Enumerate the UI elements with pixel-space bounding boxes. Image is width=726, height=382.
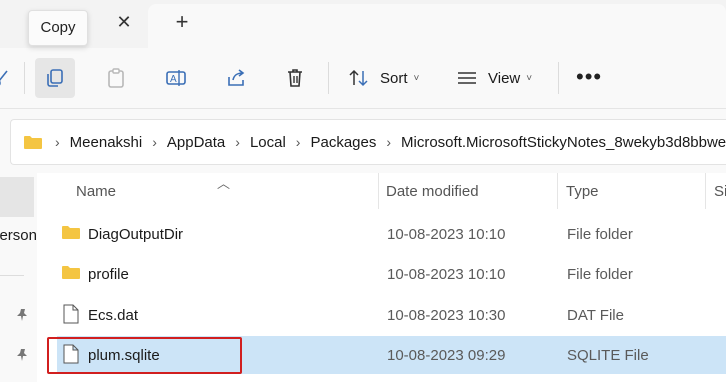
column-divider[interactable] [557, 173, 558, 209]
divider [558, 62, 559, 94]
column-size[interactable]: Si [714, 183, 726, 200]
divider [24, 62, 25, 94]
address-bar-area: › Meenakshi › AppData › Local › Packages… [0, 109, 726, 173]
folder-icon [62, 226, 80, 239]
chevron-right-icon: › [152, 134, 157, 150]
file-row-diagoutputdir[interactable]: DiagOutputDir 10-08-2023 10:10 File fold… [57, 215, 726, 253]
file-name: profile [88, 266, 129, 283]
file-name: DiagOutputDir [88, 226, 184, 243]
paste-button[interactable] [96, 58, 136, 98]
rename-button[interactable]: A [156, 58, 196, 98]
chevron-right-icon: › [55, 134, 60, 150]
file-date: 10-08-2023 09:29 [387, 347, 506, 364]
divider [328, 62, 329, 94]
file-icon [63, 304, 79, 324]
column-date-modified[interactable]: Date modified [386, 183, 479, 200]
title-bar: ✕ + [0, 0, 726, 48]
annotation-highlight-box [47, 337, 242, 374]
breadcrumb-appdata[interactable]: AppData [167, 134, 225, 151]
nav-item-selected[interactable] [0, 177, 34, 217]
sort-icon [349, 69, 368, 87]
sort-button[interactable]: Sort ˅ [348, 58, 419, 98]
file-name: Ecs.dat [88, 307, 139, 324]
column-name[interactable]: Name [76, 183, 116, 200]
chevron-right-icon: › [386, 134, 392, 150]
view-icon [458, 72, 476, 84]
copy-tooltip: Copy [28, 10, 88, 46]
column-divider[interactable] [378, 173, 379, 209]
plus-icon[interactable]: + [170, 10, 194, 34]
file-type: File folder [567, 266, 633, 283]
file-date: 10-08-2023 10:10 [387, 266, 506, 283]
column-type[interactable]: Type [566, 183, 599, 200]
share-button[interactable] [216, 58, 256, 98]
svg-text:A: A [170, 74, 177, 85]
column-header-row: ︿ Name Date modified Type Si [37, 173, 726, 209]
file-row-profile[interactable]: profile 10-08-2023 10:10 File folder [57, 255, 726, 293]
command-bar: A Sort ˅ View ˅ ••• [0, 48, 726, 109]
pin-icon[interactable] [16, 348, 30, 362]
close-icon[interactable]: ✕ [112, 10, 136, 34]
file-date: 10-08-2023 10:30 [387, 307, 506, 324]
breadcrumb-stickynotes[interactable]: Microsoft.MicrosoftStickyNotes_8wekyb3d8… [401, 134, 726, 151]
breadcrumb-meenakshi[interactable]: Meenakshi [70, 134, 143, 151]
view-button[interactable]: View ˅ [456, 58, 532, 98]
delete-button[interactable] [275, 58, 315, 98]
more-options-button[interactable]: ••• [576, 66, 602, 88]
chevron-down-icon: ˅ [413, 72, 420, 84]
divider [0, 275, 24, 276]
file-type: SQLITE File [567, 347, 649, 364]
chevron-right-icon: › [295, 134, 301, 150]
nav-item-label[interactable]: erson [0, 227, 37, 244]
file-row-ecs-dat[interactable]: Ecs.dat 10-08-2023 10:30 DAT File [57, 296, 726, 334]
breadcrumb-packages[interactable]: Packages [310, 134, 376, 151]
cut-icon[interactable] [0, 58, 22, 98]
file-type: File folder [567, 226, 633, 243]
address-bar[interactable]: › Meenakshi › AppData › Local › Packages… [10, 119, 726, 165]
chevron-down-icon: ˅ [526, 72, 533, 84]
navigation-pane: erson [0, 173, 37, 382]
file-type: DAT File [567, 307, 624, 324]
new-tab-area [148, 4, 726, 48]
pin-icon[interactable] [16, 308, 30, 322]
file-date: 10-08-2023 10:10 [387, 226, 506, 243]
copy-button[interactable] [35, 58, 75, 98]
breadcrumb-local[interactable]: Local [250, 134, 286, 151]
chevron-right-icon: › [235, 134, 240, 150]
sort-ascending-icon: ︿ [217, 176, 231, 191]
view-label: View [488, 69, 521, 87]
folder-icon [62, 266, 80, 279]
column-divider[interactable] [705, 173, 706, 209]
folder-icon [24, 136, 42, 149]
sort-label: Sort [380, 69, 408, 87]
